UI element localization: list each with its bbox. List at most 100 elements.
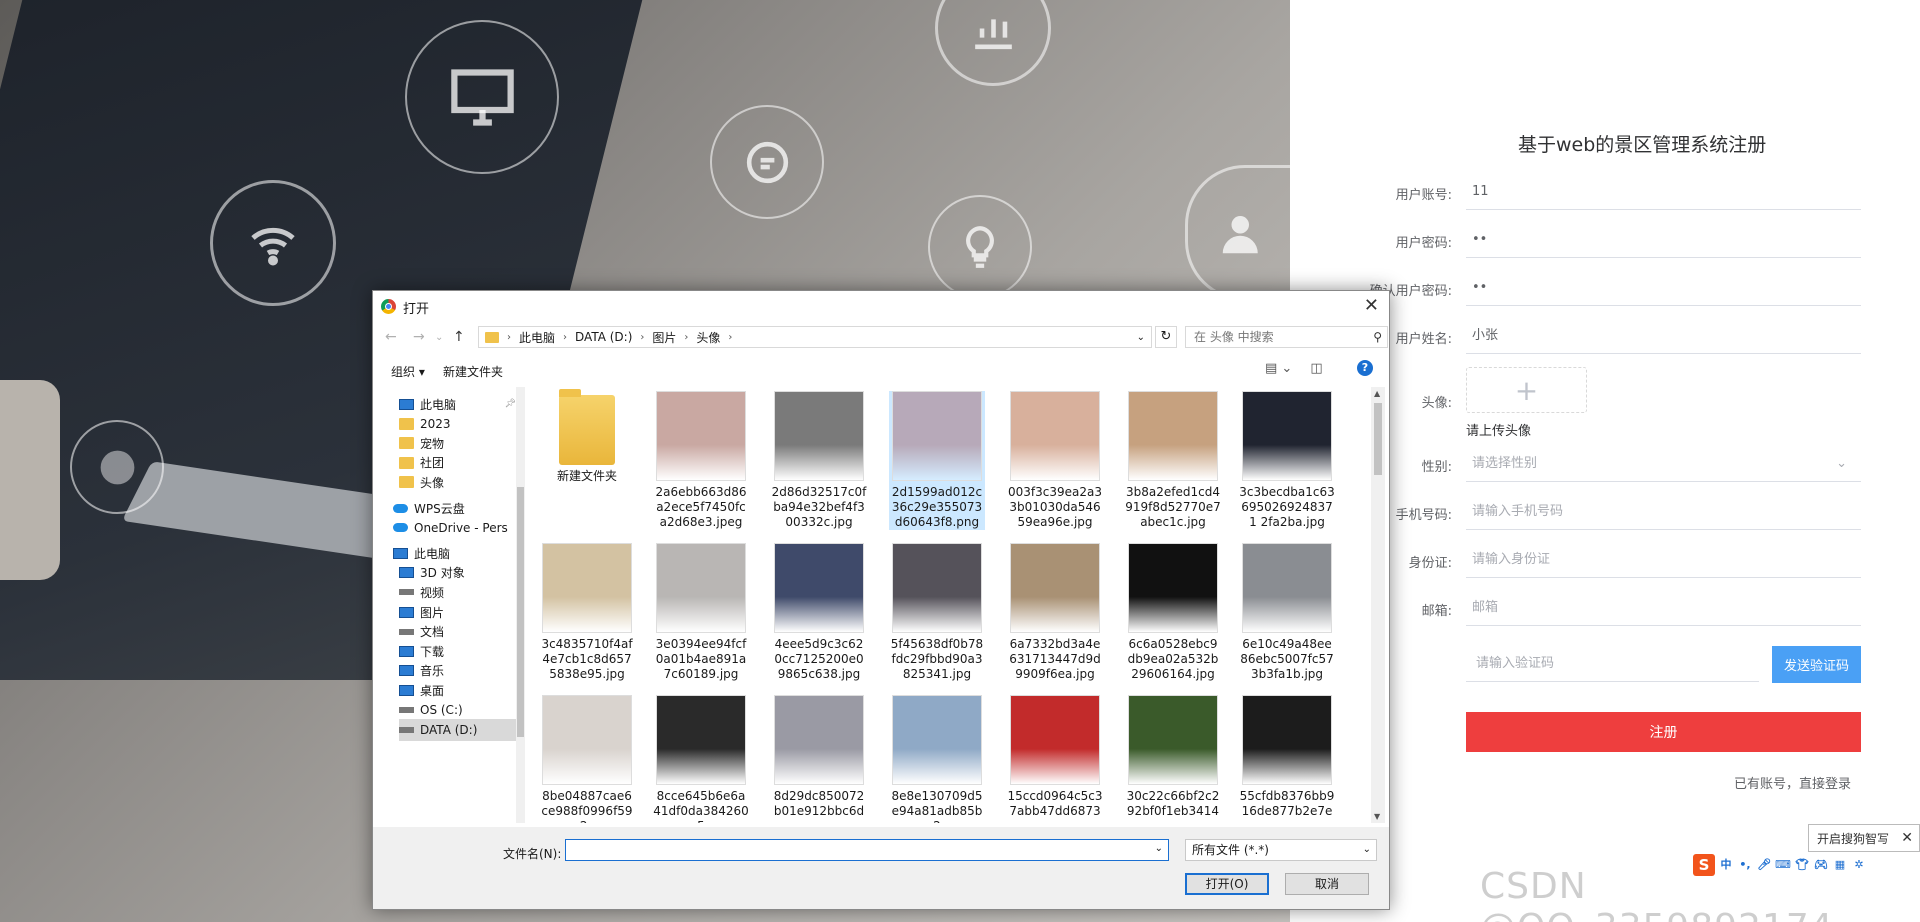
search-input[interactable]: 在 头像 中搜索 ⚲	[1185, 326, 1388, 348]
nav-item[interactable]: DATA (D:)	[399, 718, 516, 741]
file-item[interactable]: 8cce645b6e6a41df0da3842605	[653, 695, 749, 823]
image-thumbnail	[892, 391, 982, 481]
preview-pane-icon[interactable]: ◫	[1310, 361, 1322, 376]
chat-icon	[710, 105, 824, 219]
organize-menu[interactable]: 组织 ▾	[391, 363, 425, 380]
help-icon[interactable]: ?	[1357, 360, 1373, 376]
chevron-down-icon: ⌄	[1836, 456, 1847, 471]
login-link[interactable]: 已有账号，直接登录	[1734, 773, 1851, 792]
file-name: 003f3c39ea2a33b01030da54659ea96e.jpg	[1008, 485, 1102, 529]
image-thumbnail	[1242, 695, 1332, 785]
nav-item[interactable]: OneDrive - Pers	[393, 517, 516, 539]
password-input[interactable]: ••	[1466, 222, 1861, 258]
verification-code-input[interactable]: 请输入验证码	[1466, 646, 1759, 682]
file-item[interactable]: 15ccd0964c5c37abb47dd6873	[1007, 695, 1103, 819]
back-icon[interactable]: ←	[385, 329, 397, 345]
file-item[interactable]: 3b8a2efed1cd4919f8d52770e7abec1c.jpg	[1125, 391, 1221, 530]
register-button[interactable]: 注册	[1466, 712, 1861, 752]
file-name: 8d29dc850072b01e912bbc6d	[773, 789, 865, 818]
send-code-button[interactable]: 发送验证码	[1772, 646, 1861, 683]
folder-icon	[399, 437, 414, 450]
breadcrumb-item[interactable]: 图片	[652, 329, 676, 346]
file-item[interactable]: 003f3c39ea2a33b01030da54659ea96e.jpg	[1007, 391, 1103, 530]
nav-item-label: DATA (D:)	[420, 722, 478, 737]
scroll-down-icon[interactable]: ▼	[1374, 812, 1380, 821]
file-item[interactable]: 5f45638df0b78fdc29fbbd90a3825341.jpg	[889, 543, 985, 682]
open-button[interactable]: 打开(O)	[1185, 873, 1269, 895]
sogou-smart-write-tip[interactable]: 开启搜狗智写 ✕	[1808, 824, 1920, 852]
cloud-icon	[393, 523, 408, 533]
chevron-down-icon[interactable]: ⌄	[1137, 332, 1145, 343]
folder-item[interactable]: 新建文件夹	[539, 389, 635, 484]
file-item[interactable]: 8be04887cae6ce988f0996f592c	[539, 695, 635, 823]
file-item[interactable]: 4eee5d9c3c620cc7125200e09865c638.jpg	[771, 543, 867, 682]
nav-scrollbar[interactable]	[516, 387, 525, 823]
cancel-button[interactable]: 取消	[1285, 873, 1369, 895]
file-item[interactable]: 6e10c49a48ee86ebc5007fc573b3fa1b.jpg	[1239, 543, 1335, 682]
name-input[interactable]: 小张	[1466, 318, 1861, 354]
account-input[interactable]: 11	[1466, 174, 1861, 210]
files-scroll-thumb[interactable]	[1374, 403, 1382, 475]
filetype-select[interactable]: 所有文件 (*.*) ⌄	[1185, 839, 1377, 861]
file-item[interactable]: 3c3becdba1c636950269248371 2fa2ba.jpg	[1239, 391, 1335, 530]
scroll-up-icon[interactable]: ▲	[1374, 389, 1380, 398]
image-thumbnail	[1010, 391, 1100, 481]
breadcrumb-item[interactable]: 头像	[696, 329, 720, 346]
file-item[interactable]: 3c4835710f4af4e7cb1c8d6575838e95.jpg	[539, 543, 635, 682]
file-item[interactable]: 55cfdb8376bb916de877b2e7e	[1239, 695, 1335, 819]
folder-icon	[399, 456, 414, 469]
files-scrollbar[interactable]: ▲ ▼	[1371, 387, 1385, 823]
refresh-icon[interactable]: ↻	[1155, 326, 1177, 348]
close-icon[interactable]: ✕	[1901, 830, 1913, 846]
file-item[interactable]: 6a7332bd3a4e631713447d9d9909f6ea.jpg	[1007, 543, 1103, 682]
music-icon	[399, 665, 414, 677]
file-item[interactable]: 3e0394ee94fcf0a01b4ae891a7c60189.jpg	[653, 543, 749, 682]
dialog-titlebar[interactable]: 打开 ✕	[373, 291, 1389, 321]
nav-scroll-thumb[interactable]	[517, 487, 524, 737]
file-name: 2d86d32517c0fba94e32bef4f300332c.jpg	[771, 485, 867, 529]
file-name: 2a6ebb663d86a2ece5f7450fca2d68e3.jpeg	[655, 485, 747, 529]
file-name: 6c6a0528ebc9db9ea02a532b29606164.jpg	[1127, 637, 1219, 681]
file-name: 30c22c66bf2c292bf0f1eb3414	[1126, 789, 1220, 818]
avatar-upload[interactable]: +	[1466, 367, 1587, 413]
file-item[interactable]: 30c22c66bf2c292bf0f1eb3414	[1125, 695, 1221, 819]
file-item[interactable]: 2d1599ad012c36c29e355073d60643f8.png	[889, 391, 985, 530]
file-open-dialog: 打开 ✕ ← → ⌄ ↑ › 此电脑 › DATA (D:) › 图片 › 头像…	[372, 290, 1390, 910]
file-item[interactable]: 2a6ebb663d86a2ece5f7450fca2d68e3.jpeg	[653, 391, 749, 530]
close-icon[interactable]: ✕	[1364, 295, 1379, 316]
file-name: 8cce645b6e6a41df0da3842605	[653, 789, 749, 823]
breadcrumb-item[interactable]: 此电脑	[519, 329, 555, 346]
confirm-password-input[interactable]: ••	[1466, 270, 1861, 306]
chevron-right-icon: ›	[507, 331, 511, 343]
folder-icon	[399, 417, 414, 430]
file-item[interactable]: 8e8e130709d5e94a81adb85b2	[889, 695, 985, 823]
email-input[interactable]: 邮箱	[1466, 590, 1861, 626]
filename-input[interactable]: ⌄	[565, 839, 1169, 861]
file-name: 3b8a2efed1cd4919f8d52770e7abec1c.jpg	[1125, 485, 1221, 529]
forward-icon[interactable]: →	[413, 329, 425, 345]
phone-input[interactable]: 请输入手机号码	[1466, 494, 1861, 530]
view-mode-icon[interactable]: ▤ ⌄	[1265, 361, 1292, 376]
file-name: 新建文件夹	[556, 469, 617, 483]
gender-select[interactable]: 请选择性别 ⌄	[1466, 446, 1861, 482]
file-item[interactable]: 2d86d32517c0fba94e32bef4f300332c.jpg	[771, 391, 867, 530]
folder-icon	[399, 476, 414, 489]
nav-item-label: 下载	[420, 644, 445, 659]
file-item[interactable]: 8d29dc850072b01e912bbc6d	[771, 695, 867, 819]
file-item[interactable]: 6c6a0528ebc9db9ea02a532b29606164.jpg	[1125, 543, 1221, 682]
breadcrumb-item[interactable]: DATA (D:)	[575, 330, 632, 344]
nav-item[interactable]: 头像	[399, 471, 516, 493]
address-bar[interactable]: › 此电脑 › DATA (D:) › 图片 › 头像 › ⌄	[478, 326, 1152, 348]
chevron-down-icon[interactable]: ⌄	[1155, 843, 1163, 854]
recent-chevron-icon[interactable]: ⌄	[435, 332, 443, 343]
folder-icon	[485, 331, 499, 343]
file-name: 3c4835710f4af4e7cb1c8d6575838e95.jpg	[541, 637, 633, 681]
drive-icon	[399, 707, 414, 713]
file-name: 55cfdb8376bb916de877b2e7e	[1239, 789, 1335, 818]
file-name: 15ccd0964c5c37abb47dd6873	[1007, 789, 1103, 818]
up-icon[interactable]: ↑	[453, 329, 465, 345]
new-folder-button[interactable]: 新建文件夹	[443, 363, 503, 380]
watermark: CSDN @QQ_3359892174	[1480, 866, 1833, 922]
nav-item-label: 宠物	[420, 436, 445, 451]
idcard-input[interactable]: 请输入身份证	[1466, 542, 1861, 578]
